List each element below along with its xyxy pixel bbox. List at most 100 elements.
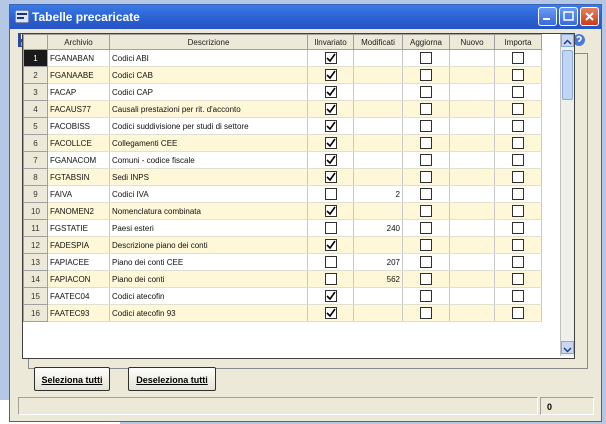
header-descrizione[interactable]: Descrizione	[109, 34, 308, 50]
invariato-checkbox[interactable]	[324, 205, 337, 217]
importa-checkbox[interactable]	[512, 154, 524, 166]
cell-invariato	[307, 66, 354, 84]
maximize-button[interactable]	[559, 7, 578, 26]
aggiorna-checkbox[interactable]	[420, 290, 432, 302]
importa-checkbox[interactable]	[512, 52, 524, 64]
invariato-checkbox[interactable]	[324, 137, 337, 149]
aggiorna-checkbox[interactable]	[420, 69, 432, 81]
importa-checkbox[interactable]	[512, 222, 524, 234]
header-corner	[23, 34, 48, 50]
importa-checkbox[interactable]	[512, 188, 524, 200]
deselect-all-button[interactable]: Deseleziona tutti	[128, 367, 216, 391]
table-row[interactable]: 15 FAATEC04 Codici atecofin	[23, 287, 542, 305]
scroll-up-arrow[interactable]	[561, 34, 574, 47]
scroll-down-arrow[interactable]	[561, 341, 574, 354]
invariato-checkbox[interactable]	[324, 239, 337, 251]
header-importa[interactable]: Importa	[494, 34, 542, 50]
header-nuovo[interactable]: Nuovo	[449, 34, 495, 50]
select-all-button[interactable]: Seleziona tutti	[34, 367, 110, 391]
row-number[interactable]: 7	[23, 151, 48, 169]
table-row[interactable]: 9 FAIVA Codici IVA 2	[23, 185, 542, 203]
table-row[interactable]: 3 FACAP Codici CAP	[23, 83, 542, 101]
table-row[interactable]: 2 FGANAABE Codici CAB	[23, 66, 542, 84]
row-number[interactable]: 16	[23, 304, 48, 322]
aggiorna-checkbox[interactable]	[420, 273, 432, 285]
header-archivio[interactable]: Archivio	[47, 34, 110, 50]
row-number[interactable]: 5	[23, 117, 48, 135]
header-invariato[interactable]: Ilnvariato	[307, 34, 354, 50]
table-row[interactable]: 13 FAPIACEE Piano dei conti CEE 207	[23, 253, 542, 271]
table-row[interactable]: 8 FGTABSIN Sedi INPS	[23, 168, 542, 186]
cell-archivio: FAPIACON	[47, 270, 110, 288]
importa-checkbox[interactable]	[512, 103, 524, 115]
minimize-button[interactable]	[538, 7, 557, 26]
importa-checkbox[interactable]	[512, 239, 524, 251]
aggiorna-checkbox[interactable]	[420, 171, 432, 183]
importa-checkbox[interactable]	[512, 120, 524, 132]
table-row[interactable]: 11 FGSTATIE Paesi esteri 240	[23, 219, 542, 237]
importa-checkbox[interactable]	[512, 69, 524, 81]
aggiorna-checkbox[interactable]	[420, 188, 432, 200]
invariato-checkbox[interactable]	[324, 52, 337, 64]
row-number[interactable]: 6	[23, 134, 48, 152]
importa-checkbox[interactable]	[512, 290, 524, 302]
table-row[interactable]: 10 FANOMEN2 Nomenclatura combinata	[23, 202, 542, 220]
invariato-checkbox[interactable]	[324, 256, 337, 268]
aggiorna-checkbox[interactable]	[420, 86, 432, 98]
row-number[interactable]: 2	[23, 66, 48, 84]
row-number[interactable]: 1	[23, 49, 48, 67]
importa-checkbox[interactable]	[512, 205, 524, 217]
aggiorna-checkbox[interactable]	[420, 52, 432, 64]
aggiorna-checkbox[interactable]	[420, 137, 432, 149]
invariato-checkbox[interactable]	[324, 273, 337, 285]
row-number[interactable]: 11	[23, 219, 48, 237]
row-number[interactable]: 12	[23, 236, 48, 254]
table-row[interactable]: 5 FACOBISS Codici suddivisione per studi d…	[23, 117, 542, 135]
aggiorna-checkbox[interactable]	[420, 103, 432, 115]
importa-checkbox[interactable]	[512, 171, 524, 183]
importa-checkbox[interactable]	[512, 256, 524, 268]
table-row[interactable]: 4 FACAUS77 Causali prestazioni per rit. d'…	[23, 100, 542, 118]
aggiorna-checkbox[interactable]	[420, 222, 432, 234]
close-button[interactable]	[580, 7, 599, 26]
row-number[interactable]: 13	[23, 253, 48, 271]
aggiorna-checkbox[interactable]	[420, 120, 432, 132]
row-number[interactable]: 9	[23, 185, 48, 203]
row-number[interactable]: 8	[23, 168, 48, 186]
importa-checkbox[interactable]	[512, 137, 524, 149]
vertical-scrollbar[interactable]	[560, 34, 574, 356]
invariato-checkbox[interactable]	[324, 69, 337, 81]
aggiorna-checkbox[interactable]	[420, 307, 432, 319]
aggiorna-checkbox[interactable]	[420, 256, 432, 268]
invariato-checkbox[interactable]	[324, 307, 337, 319]
table-row[interactable]: 7 FGANACOM Comuni - codice fiscale	[23, 151, 542, 169]
aggiorna-checkbox[interactable]	[420, 205, 432, 217]
table-row[interactable]: 16 FAATEC93 Codici atecofin 93	[23, 304, 542, 322]
header-aggiorna[interactable]: Aggiorna	[402, 34, 450, 50]
row-number[interactable]: 14	[23, 270, 48, 288]
header-modificati[interactable]: Modificati	[353, 34, 403, 50]
importa-checkbox[interactable]	[512, 307, 524, 319]
row-number[interactable]: 10	[23, 202, 48, 220]
table-row[interactable]: 12 FADESPIA Descrizione piano dei conti	[23, 236, 542, 254]
invariato-checkbox[interactable]	[324, 120, 337, 132]
invariato-checkbox[interactable]	[324, 290, 337, 302]
row-number[interactable]: 15	[23, 287, 48, 305]
cell-aggiorna	[402, 219, 450, 237]
scroll-thumb[interactable]	[562, 50, 573, 100]
row-number[interactable]: 4	[23, 100, 48, 118]
invariato-checkbox[interactable]	[324, 154, 337, 166]
invariato-checkbox[interactable]	[324, 103, 337, 115]
importa-checkbox[interactable]	[512, 273, 524, 285]
invariato-checkbox[interactable]	[324, 86, 337, 98]
table-row[interactable]: 6 FACOLLCE Collegamenti CEE	[23, 134, 542, 152]
aggiorna-checkbox[interactable]	[420, 239, 432, 251]
invariato-checkbox[interactable]	[324, 188, 337, 200]
row-number[interactable]: 3	[23, 83, 48, 101]
importa-checkbox[interactable]	[512, 86, 524, 98]
table-row[interactable]: 14 FAPIACON Piano dei conti 562	[23, 270, 542, 288]
aggiorna-checkbox[interactable]	[420, 154, 432, 166]
invariato-checkbox[interactable]	[324, 222, 337, 234]
table-row[interactable]: 1 FGANABAN Codici ABI	[23, 49, 542, 67]
invariato-checkbox[interactable]	[324, 171, 337, 183]
